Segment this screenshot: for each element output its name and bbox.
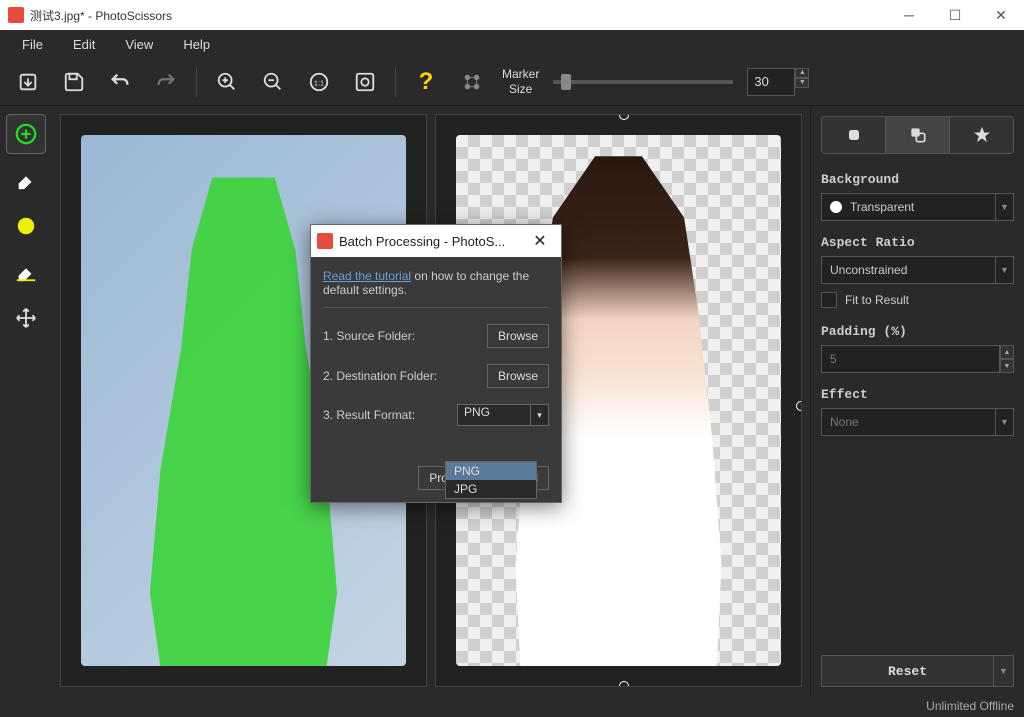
maximize-button[interactable]: ☐ bbox=[932, 0, 978, 30]
padding-input[interactable]: 5 bbox=[821, 345, 1000, 373]
erase-yellow-tool[interactable] bbox=[6, 252, 46, 292]
result-format-select[interactable]: PNG ▾ bbox=[457, 404, 549, 426]
result-format-label: 3. Result Format: bbox=[323, 408, 415, 422]
window-title: 测试3.jpg* - PhotoScissors bbox=[30, 7, 886, 24]
toolbar: 1:1 ? Marker Size 30 ▲ ▼ bbox=[0, 58, 1024, 106]
close-button[interactable]: ✕ bbox=[978, 0, 1024, 30]
menu-bar: File Edit View Help bbox=[0, 30, 1024, 58]
zoom-fit-button[interactable] bbox=[349, 66, 381, 98]
app-icon bbox=[8, 7, 24, 23]
background-value: Transparent bbox=[850, 200, 914, 214]
app-icon bbox=[317, 233, 333, 249]
marker-size-slider[interactable] bbox=[553, 80, 733, 84]
fit-to-result-checkbox[interactable]: Fit to Result bbox=[821, 292, 1014, 308]
reset-button[interactable]: Reset bbox=[821, 655, 994, 687]
status-bar: Unlimited Offline bbox=[0, 695, 1024, 717]
status-text: Unlimited Offline bbox=[926, 699, 1014, 713]
save-button[interactable] bbox=[58, 66, 90, 98]
remove-marker-tool[interactable] bbox=[6, 206, 46, 246]
dialog-intro: Read the tutorial on how to change the d… bbox=[323, 269, 549, 297]
padding-value: 5 bbox=[830, 352, 837, 366]
aspect-ratio-select[interactable]: Unconstrained ▼ bbox=[821, 256, 1014, 284]
effect-label: Effect bbox=[821, 387, 1014, 402]
dialog-close-button[interactable]: ✕ bbox=[525, 225, 555, 257]
aspect-ratio-value: Unconstrained bbox=[830, 263, 907, 277]
marker-size-up[interactable]: ▲ bbox=[795, 68, 809, 78]
tutorial-link[interactable]: Read the tutorial bbox=[323, 269, 411, 283]
zoom-out-button[interactable] bbox=[257, 66, 289, 98]
crop-handle-e[interactable] bbox=[796, 401, 802, 411]
menu-edit[interactable]: Edit bbox=[59, 33, 109, 56]
marker-size-label: Marker Size bbox=[502, 67, 539, 96]
menu-file[interactable]: File bbox=[8, 33, 57, 56]
open-button[interactable] bbox=[12, 66, 44, 98]
window-titlebar: 测试3.jpg* - PhotoScissors ─ ☐ ✕ bbox=[0, 0, 1024, 30]
reset-dropdown[interactable]: ▼ bbox=[994, 655, 1014, 687]
effect-value: None bbox=[830, 415, 859, 429]
zoom-actual-button[interactable]: 1:1 bbox=[303, 66, 335, 98]
effect-select[interactable]: None ▼ bbox=[821, 408, 1014, 436]
format-dropdown-list: PNG JPG bbox=[445, 461, 537, 499]
chevron-down-icon: ▼ bbox=[995, 257, 1013, 283]
aspect-ratio-label: Aspect Ratio bbox=[821, 235, 1014, 250]
chevron-down-icon: ▾ bbox=[530, 405, 548, 425]
add-marker-tool[interactable] bbox=[6, 114, 46, 154]
transparent-icon bbox=[830, 201, 842, 213]
background-label: Background bbox=[821, 172, 1014, 187]
menu-view[interactable]: View bbox=[111, 33, 167, 56]
result-format-value: PNG bbox=[464, 405, 490, 419]
divider bbox=[323, 307, 549, 308]
source-folder-label: 1. Source Folder: bbox=[323, 329, 415, 343]
padding-down[interactable]: ▼ bbox=[1000, 359, 1014, 373]
browse-source-button[interactable]: Browse bbox=[487, 324, 549, 348]
marker-size-value[interactable]: 30 bbox=[747, 68, 795, 96]
left-toolbar bbox=[0, 106, 52, 695]
destination-folder-label: 2. Destination Folder: bbox=[323, 369, 437, 383]
chevron-down-icon: ▼ bbox=[995, 194, 1013, 220]
batch-processing-dialog: Batch Processing - PhotoS... ✕ Read the … bbox=[310, 224, 562, 503]
format-option-jpg[interactable]: JPG bbox=[446, 480, 536, 498]
crop-handle-s[interactable] bbox=[619, 681, 629, 687]
move-tool[interactable] bbox=[6, 298, 46, 338]
format-option-png[interactable]: PNG bbox=[446, 462, 536, 480]
properties-panel: Background Transparent ▼ Aspect Ratio Un… bbox=[810, 106, 1024, 695]
browse-destination-button[interactable]: Browse bbox=[487, 364, 549, 388]
zoom-in-button[interactable] bbox=[211, 66, 243, 98]
background-select[interactable]: Transparent ▼ bbox=[821, 193, 1014, 221]
svg-text:1:1: 1:1 bbox=[314, 78, 324, 87]
menu-help[interactable]: Help bbox=[169, 33, 224, 56]
tab-background[interactable] bbox=[886, 117, 950, 153]
tab-foreground[interactable] bbox=[822, 117, 886, 153]
help-button[interactable]: ? bbox=[410, 66, 442, 98]
undo-button[interactable] bbox=[104, 66, 136, 98]
padding-up[interactable]: ▲ bbox=[1000, 345, 1014, 359]
erase-green-tool[interactable] bbox=[6, 160, 46, 200]
minimize-button[interactable]: ─ bbox=[886, 0, 932, 30]
redo-button[interactable] bbox=[150, 66, 182, 98]
chevron-down-icon: ▼ bbox=[995, 409, 1013, 435]
padding-label: Padding (%) bbox=[821, 324, 1014, 339]
dialog-title: Batch Processing - PhotoS... bbox=[339, 234, 525, 249]
marker-size-down[interactable]: ▼ bbox=[795, 78, 809, 88]
fit-to-result-label: Fit to Result bbox=[845, 293, 909, 307]
tab-favorites[interactable] bbox=[950, 117, 1013, 153]
batch-button[interactable] bbox=[456, 66, 488, 98]
crop-handle-n[interactable] bbox=[619, 114, 629, 120]
checkbox-icon bbox=[821, 292, 837, 308]
